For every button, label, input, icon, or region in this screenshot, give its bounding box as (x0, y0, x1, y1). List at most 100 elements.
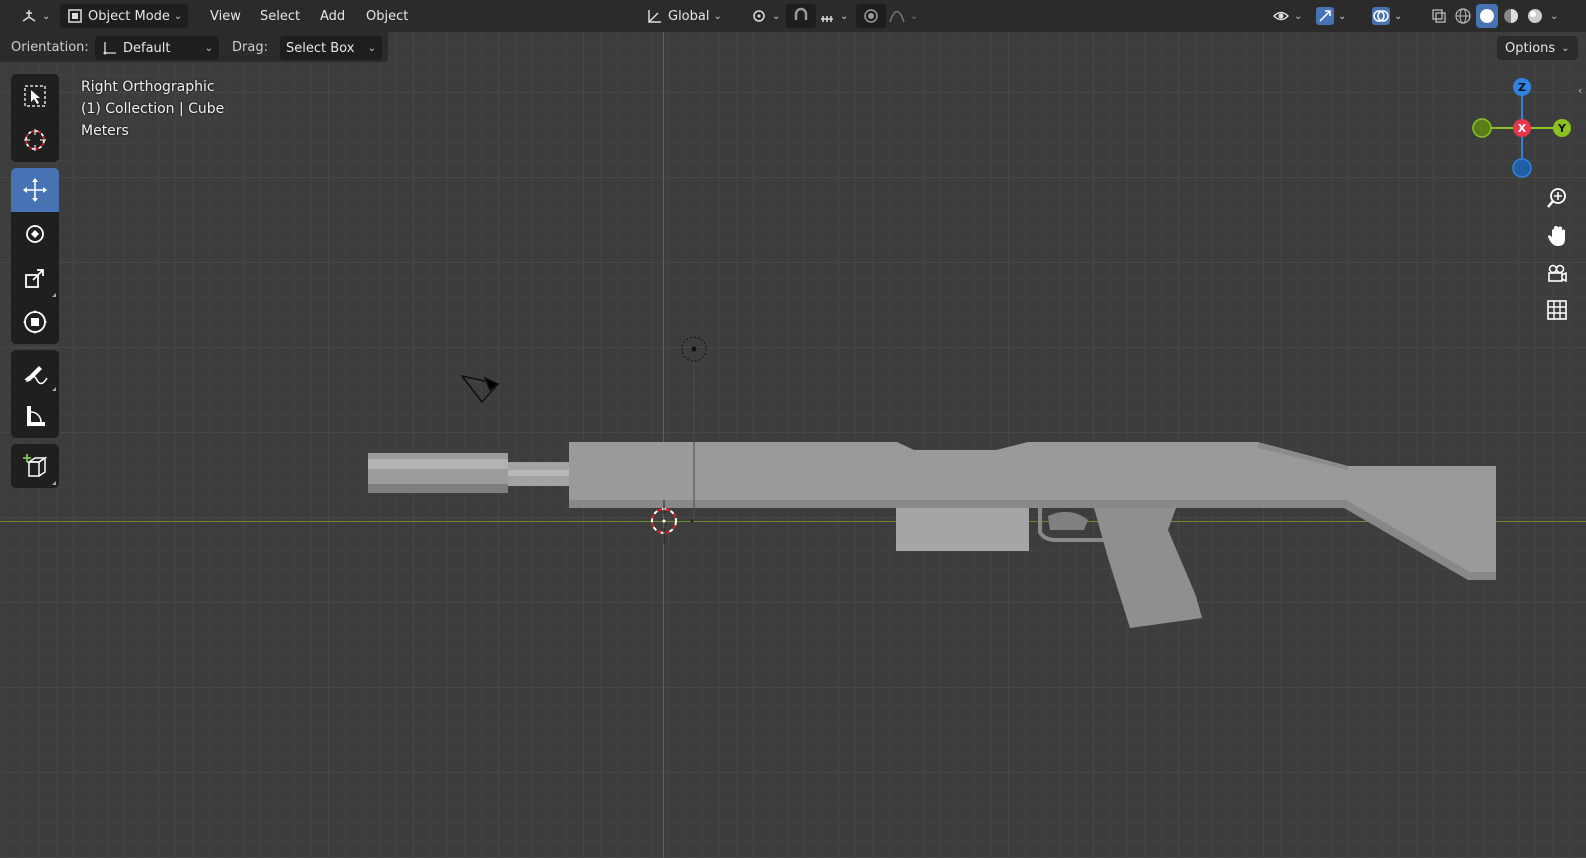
orientation-default-icon (101, 39, 119, 57)
tool-measure[interactable] (11, 394, 59, 438)
drag-label: Drag: (232, 40, 268, 55)
options-dropdown[interactable]: Options ⌄ (1497, 36, 1578, 60)
editor-type-selector[interactable]: ⌄ (14, 4, 56, 28)
navigation-gizmo[interactable]: Z Y X (1466, 72, 1576, 182)
shading-rendered-button[interactable] (1524, 4, 1546, 28)
toggle-projection-button[interactable] (1541, 294, 1573, 326)
select-box-icon (24, 85, 46, 107)
tool-select-box[interactable] (11, 74, 59, 118)
gizmo-z-label: Z (1518, 81, 1526, 94)
transform-orientation-selector[interactable]: Global ⌄ (640, 4, 728, 28)
scale-icon (25, 269, 44, 288)
shading-wireframe-button[interactable] (1452, 4, 1474, 28)
shading-solid-button[interactable] (1476, 4, 1498, 28)
suppressor-mesh (368, 453, 508, 493)
gizmo-neg-z-axis (1512, 158, 1532, 178)
sidebar-expand-arrow-icon[interactable]: ‹ (1578, 84, 1582, 97)
chevron-down-icon: ⌄ (910, 10, 919, 22)
zoom-icon (1547, 188, 1566, 208)
tool-add-cube[interactable] (11, 444, 59, 488)
chevron-down-icon: ⌄ (204, 42, 213, 54)
add-cube-icon (23, 454, 48, 477)
snap-target-selector[interactable]: ⌄ (812, 4, 854, 28)
hand-icon (1548, 226, 1565, 246)
pistol-grip-mesh (1094, 508, 1202, 628)
tool-variants-indicator (52, 293, 56, 297)
tool-transform[interactable] (11, 300, 59, 344)
xray-icon (1430, 7, 1448, 25)
3d-viewport-icon (20, 7, 38, 25)
xray-toggle[interactable] (1424, 4, 1454, 28)
3d-viewport[interactable] (0, 0, 1586, 858)
camera-object (460, 374, 500, 404)
zoom-button[interactable] (1541, 182, 1573, 214)
cursor-icon (24, 129, 46, 151)
visibility-selector[interactable]: ⌄ (1266, 4, 1308, 28)
snap-increment-icon (818, 7, 836, 25)
move-icon (23, 178, 47, 202)
visibility-icon (1272, 7, 1290, 25)
chevron-down-icon: ⌄ (1294, 10, 1303, 22)
mode-label: Object Mode (88, 8, 170, 24)
gizmo-icon (1316, 7, 1334, 25)
viewport-info-overlay: Right Orthographic (1) Collection | Cube… (81, 76, 224, 142)
chevron-down-icon: ⌄ (42, 10, 51, 22)
collection-info: (1) Collection | Cube (81, 101, 225, 117)
overlay-icon (1372, 7, 1390, 25)
options-label: Options (1505, 40, 1556, 56)
pivot-point-selector[interactable]: ⌄ (744, 4, 786, 28)
annotate-icon (24, 366, 48, 385)
rendered-shading-icon (1526, 7, 1544, 25)
orientation-label: Global (668, 8, 710, 24)
orientation-global-icon (646, 7, 664, 25)
menu-object[interactable]: Object (360, 4, 414, 28)
menu-view[interactable]: View (204, 4, 247, 28)
drag-dropdown[interactable]: Select Box ⌄ (280, 36, 382, 60)
mode-selector[interactable]: Object Mode ⌄ (60, 4, 189, 28)
falloff-curve-icon (888, 7, 906, 25)
proportional-edit-icon (862, 7, 880, 25)
chevron-down-icon: ⌄ (1394, 10, 1403, 22)
wireframe-shading-icon (1454, 7, 1472, 25)
chevron-down-icon: ⌄ (713, 10, 722, 22)
rifle-model[interactable] (0, 0, 1586, 858)
gizmo-x-label: X (1518, 122, 1527, 135)
gizmo-toggle[interactable]: ⌄ (1310, 4, 1352, 28)
chevron-down-icon: ⌄ (367, 42, 376, 54)
transform-icon (23, 310, 47, 334)
tool-shelf (11, 74, 59, 494)
view-name: Right Orthographic (81, 79, 215, 95)
tool-settings-bar: Orientation: Default ⌄ Drag: Select Box … (0, 32, 388, 62)
tool-move[interactable] (11, 168, 59, 212)
chevron-down-icon: ⌄ (1338, 10, 1347, 22)
gizmo-neg-y-axis (1472, 118, 1492, 138)
magnet-icon (792, 7, 810, 25)
rotate-icon (26, 225, 44, 243)
barrel-mesh (508, 462, 570, 486)
tool-scale[interactable] (11, 256, 59, 300)
units-label: Meters (81, 123, 129, 139)
drag-value: Select Box (286, 40, 355, 56)
tool-variants-indicator (52, 387, 56, 391)
tool-annotate[interactable] (11, 350, 59, 394)
object-mode-icon (66, 7, 84, 25)
pivot-icon (750, 7, 768, 25)
orientation-dropdown[interactable]: Default ⌄ (95, 36, 219, 60)
falloff-selector[interactable]: ⌄ (882, 4, 924, 28)
orientation-label: Orientation: (11, 40, 89, 55)
magazine-mesh (896, 508, 1029, 551)
menu-select[interactable]: Select (254, 4, 306, 28)
tool-rotate[interactable] (11, 212, 59, 256)
chevron-down-icon: ⌄ (1550, 10, 1559, 22)
pan-button[interactable] (1541, 220, 1573, 252)
overlay-toggle[interactable]: ⌄ (1366, 4, 1408, 28)
orientation-value: Default (123, 40, 171, 56)
menu-add[interactable]: Add (314, 4, 351, 28)
chevron-down-icon: ⌄ (840, 10, 849, 22)
shading-options-dropdown[interactable]: ⌄ (1548, 4, 1560, 28)
camera-view-button[interactable] (1541, 258, 1573, 290)
camera-icon (1548, 264, 1567, 283)
chevron-down-icon: ⌄ (1561, 42, 1570, 54)
tool-cursor[interactable] (11, 118, 59, 162)
shading-material-button[interactable] (1500, 4, 1522, 28)
